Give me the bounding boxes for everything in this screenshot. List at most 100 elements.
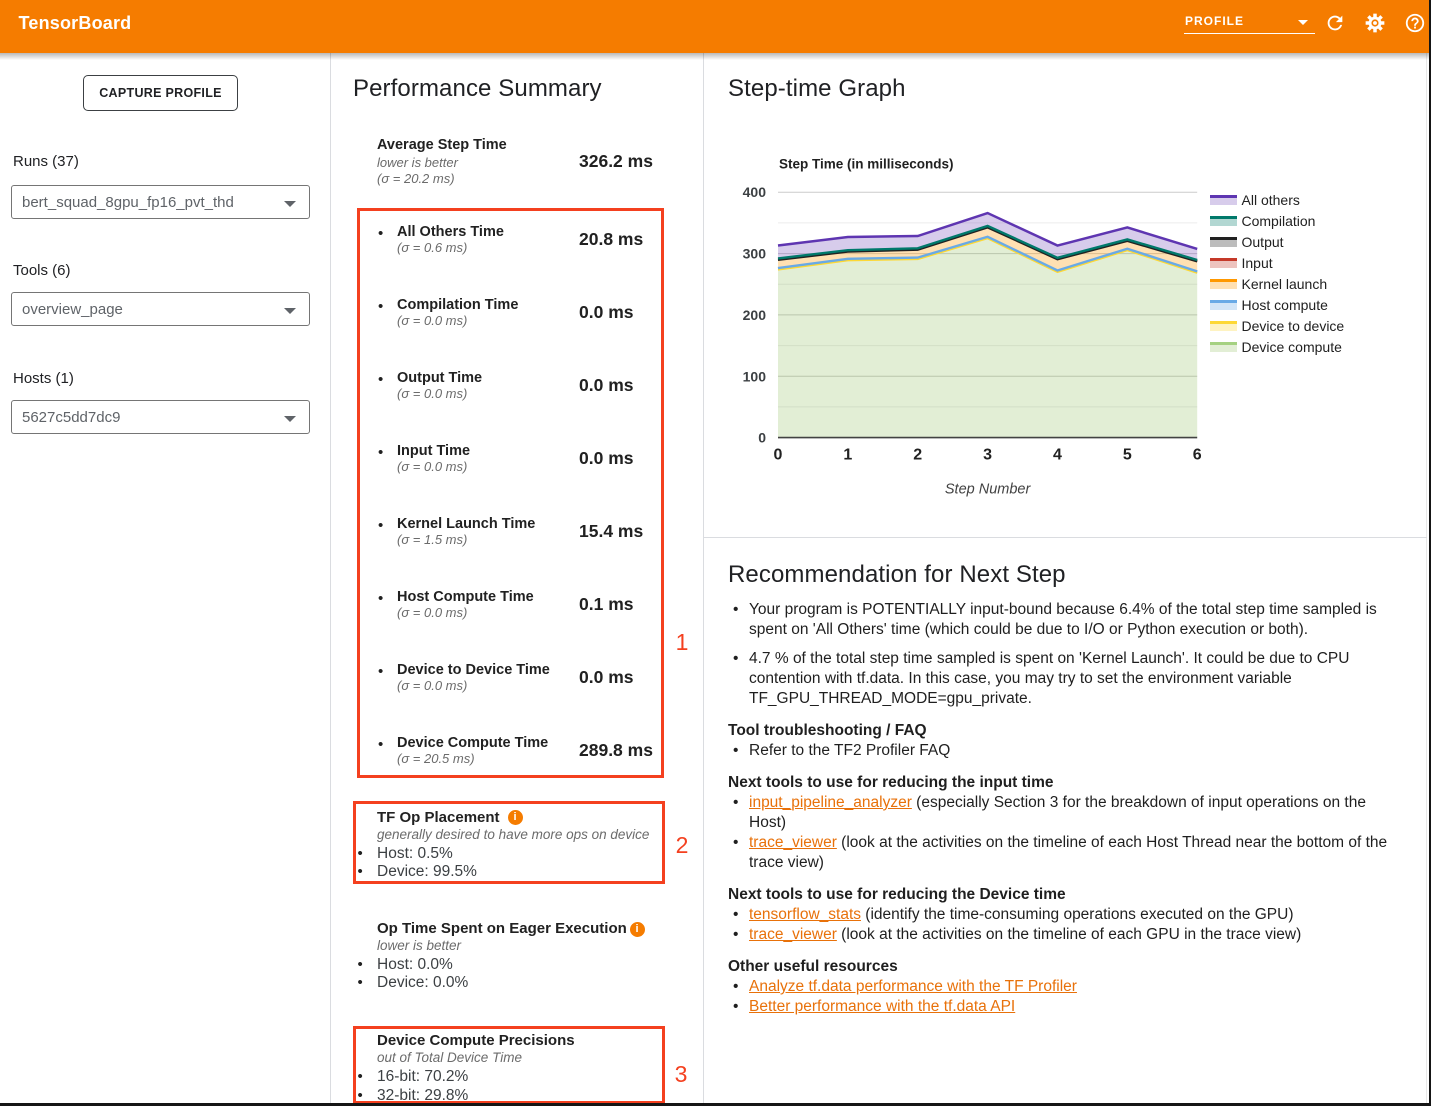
x-tick-label: 5 <box>1123 447 1132 464</box>
link-tensorflow-stats[interactable]: tensorflow_stats <box>749 906 861 923</box>
x-tick-label: 3 <box>983 447 992 464</box>
chevron-down-icon <box>284 201 296 207</box>
legend-item: Device compute <box>1210 336 1344 357</box>
recommendation-section-title: Next tools to use for reducing the input… <box>728 773 1390 793</box>
recommendation-bullet: Better performance with the tf.data API <box>728 997 1390 1017</box>
x-axis-title: Step Number <box>945 482 1032 498</box>
step-time-graph-heading: Step-time Graph <box>728 75 906 103</box>
recommendation-bullet: tensorflow_stats (identify the time-cons… <box>728 905 1390 925</box>
legend-label: Device to device <box>1242 318 1345 334</box>
link-analyze-tf-data-performance-with-the-tf-[interactable]: Analyze tf.data performance with the TF … <box>749 978 1077 995</box>
legend-swatch-kernel-launch <box>1210 279 1237 289</box>
legend-swatch-fill <box>1210 282 1237 289</box>
link-trace-viewer[interactable]: trace_viewer <box>749 834 837 851</box>
recommendation-bullet-intro: Your program is POTENTIALLY input-bound … <box>728 600 1390 640</box>
legend-swatch-host-compute <box>1210 300 1237 310</box>
recommendation-text: 4.7 % of the total step time sampled is … <box>749 650 1349 707</box>
annotation-box-2 <box>353 801 666 885</box>
legend-label: Output <box>1242 234 1284 250</box>
help-button[interactable] <box>1404 12 1426 34</box>
legend-swatch-fill <box>1210 240 1237 247</box>
x-tick-label: 1 <box>843 447 852 464</box>
y-tick-label: 300 <box>743 246 767 262</box>
help-icon <box>1404 12 1426 34</box>
eager-execution-note: lower is better <box>377 938 461 953</box>
tools-label: Tools (6) <box>13 262 71 279</box>
link-trace-viewer[interactable]: trace_viewer <box>749 926 837 943</box>
eager-execution-item: Device: 0.0% <box>377 974 468 992</box>
app-bar-shadow <box>0 53 1431 60</box>
link-input-pipeline-analyzer[interactable]: input_pipeline_analyzer <box>749 794 912 811</box>
legend-swatch-fill <box>1210 303 1237 310</box>
legend-swatch-all-others <box>1210 195 1237 205</box>
recommendation-bullet-intro: 4.7 % of the total step time sampled is … <box>728 649 1390 709</box>
x-tick-label: 6 <box>1193 447 1202 464</box>
annotation-box-1 <box>357 208 664 778</box>
legend-swatch-device-to-device <box>1210 321 1237 331</box>
average-step-time-sigma: (σ = 20.2 ms) <box>377 171 455 186</box>
recommendation-text: Refer to the TF2 Profiler FAQ <box>749 742 950 759</box>
y-tick-label: 200 <box>743 307 767 323</box>
sidebar-divider <box>330 53 331 1106</box>
recommendation-text: (identify the time-consuming operations … <box>861 906 1294 923</box>
recommendation-body: Your program is POTENTIALLY input-bound … <box>728 600 1390 1017</box>
tensorboard-profile-page: TensorBoard PROFILE <box>0 0 1431 1106</box>
eager-execution-item: Host: 0.0% <box>377 956 453 974</box>
recommendation-text: (look at the activities on the timeline … <box>749 834 1387 871</box>
chart-title: Step Time (in milliseconds) <box>779 157 954 172</box>
app-bar: TensorBoard PROFILE <box>0 0 1431 53</box>
annotation-number-1: 1 <box>671 631 693 654</box>
legend-label: Kernel launch <box>1242 276 1328 292</box>
average-step-time-note: lower is better <box>377 155 458 170</box>
runs-select-value: bert_squad_8gpu_fp16_pvt_thd <box>22 194 234 211</box>
recommendation-bullet: input_pipeline_analyzer (especially Sect… <box>728 793 1390 833</box>
tools-select-value: overview_page <box>22 301 123 318</box>
legend-item: Compilation <box>1210 210 1344 231</box>
area-device-compute <box>778 237 1197 438</box>
hosts-select[interactable]: 5627c5dd7dc9 <box>11 400 310 434</box>
hosts-label: Hosts (1) <box>13 370 74 387</box>
legend-label: All others <box>1242 192 1300 208</box>
chart-legend: All others Compilation Output Input Kernel l… <box>1210 189 1344 357</box>
legend-swatch-input <box>1210 258 1237 268</box>
annotation-box-3 <box>353 1026 666 1104</box>
legend-swatch-fill <box>1210 219 1237 226</box>
recommendation-section-title: Next tools to use for reducing the Devic… <box>728 885 1390 905</box>
recommendation-text: Your program is POTENTIALLY input-bound … <box>749 601 1377 638</box>
legend-label: Compilation <box>1242 213 1316 229</box>
capture-profile-button[interactable]: CAPTURE PROFILE <box>83 75 238 111</box>
settings-button[interactable] <box>1364 12 1386 34</box>
x-tick-label: 2 <box>913 447 922 464</box>
dashboard-select-value: PROFILE <box>1185 14 1244 28</box>
hosts-select-value: 5627c5dd7dc9 <box>22 409 120 426</box>
link-better-performance-with-the-tf-data-api[interactable]: Better performance with the tf.data API <box>749 998 1015 1015</box>
recommendation-bullet: trace_viewer (look at the activities on … <box>728 833 1390 873</box>
y-tick-label: 0 <box>758 430 766 446</box>
legend-item: Input <box>1210 252 1344 273</box>
y-tick-label: 400 <box>743 184 767 200</box>
chevron-down-icon <box>284 308 296 314</box>
runs-label: Runs (37) <box>13 153 79 170</box>
legend-swatch-output <box>1210 237 1237 247</box>
recommendation-section-title: Other useful resources <box>728 957 1390 977</box>
x-tick-label: 0 <box>774 447 783 464</box>
recommendation-text: (look at the activities on the timeline … <box>837 926 1301 943</box>
annotation-number-2: 2 <box>671 834 693 857</box>
recommendation-heading: Recommendation for Next Step <box>728 561 1066 589</box>
legend-swatch-fill <box>1210 324 1237 331</box>
recommendation-section-title: Tool troubleshooting / FAQ <box>728 721 1390 741</box>
recommendation-bullet: trace_viewer (look at the activities on … <box>728 925 1390 945</box>
legend-label: Host compute <box>1242 297 1328 313</box>
legend-swatch-fill <box>1210 198 1237 205</box>
chevron-down-icon <box>284 416 296 422</box>
tools-select[interactable]: overview_page <box>11 292 310 326</box>
dashboard-select[interactable]: PROFILE <box>1184 10 1315 34</box>
legend-item: All others <box>1210 189 1344 210</box>
runs-select[interactable]: bert_squad_8gpu_fp16_pvt_thd <box>11 185 310 219</box>
legend-swatch-device-compute <box>1210 342 1237 352</box>
recommendation-bullet: Refer to the TF2 Profiler FAQ <box>728 741 1390 761</box>
info-icon[interactable] <box>630 922 645 937</box>
recommendation-bullet: Analyze tf.data performance with the TF … <box>728 977 1390 997</box>
legend-item: Output <box>1210 231 1344 252</box>
refresh-button[interactable] <box>1324 12 1346 34</box>
